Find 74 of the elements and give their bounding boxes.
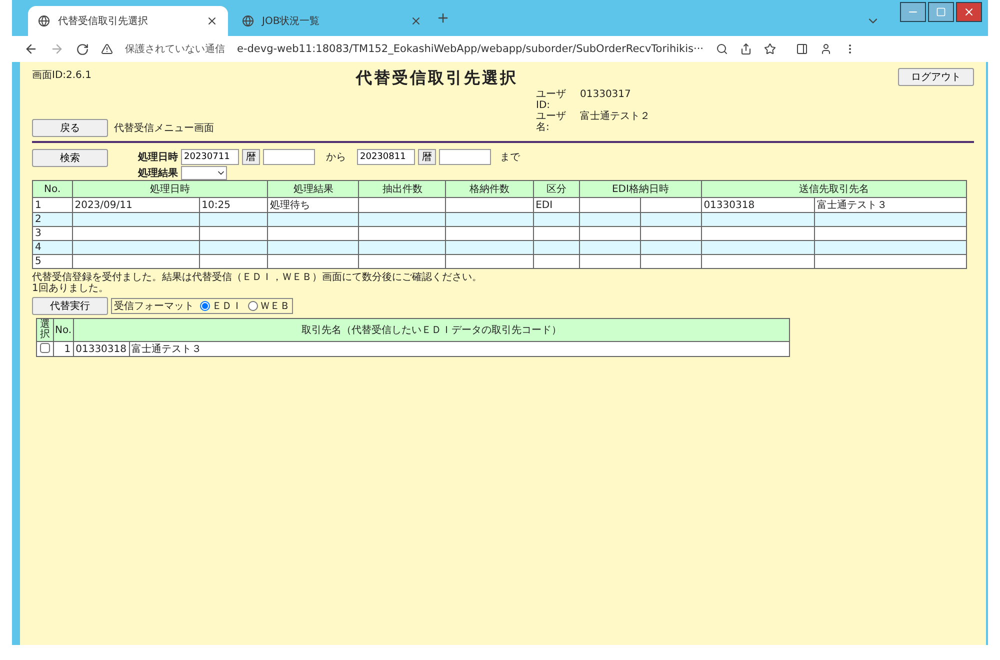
screen-id: 画面ID:2.6.1 [32, 70, 92, 81]
column-header: EDI格納日時 [580, 180, 702, 198]
column-header: 抽出件数 [358, 180, 446, 198]
user-value: 01330317 [580, 89, 632, 102]
table-cell: 富士通テスト３ [814, 198, 966, 212]
time-field[interactable] [263, 149, 315, 165]
menu-screen-label: 代替受信メニュー画面 [114, 122, 214, 135]
security-warning[interactable]: 保護されていない通信 [125, 42, 225, 56]
column-header: 格納件数 [446, 180, 534, 198]
status-message: 代替受信登録を受付ました。結果は代替受信（ＥＤＩ，ＷＥＢ）画面にて数分後にご確認ください。 [32, 272, 483, 283]
time-field[interactable] [439, 149, 491, 165]
profile-icon[interactable] [820, 43, 832, 55]
table-cell: 3 [32, 226, 72, 240]
column-header: 処理日時 [72, 180, 268, 198]
table-cell: 4 [32, 240, 72, 254]
to-label: まで [500, 151, 520, 164]
new-tab-icon[interactable] [436, 11, 450, 25]
result-select[interactable] [181, 166, 227, 180]
column-header: 処理結果 [268, 180, 359, 198]
minimize-icon[interactable] [900, 2, 926, 22]
globe-icon [38, 15, 50, 27]
radio-button[interactable] [200, 301, 210, 311]
column-header: No. [54, 318, 74, 342]
browser-tab[interactable]: JOB状況一覧 [232, 6, 432, 36]
share-icon[interactable] [740, 43, 752, 55]
calendar-button[interactable]: 暦 [242, 149, 260, 165]
date-field[interactable]: 20230811 [357, 149, 415, 165]
column-header: 送信先取引先名 [701, 180, 966, 198]
format-radio[interactable]: ＥＤＩ [198, 299, 242, 313]
search-icon[interactable] [716, 43, 728, 55]
table-cell: 01330318 [73, 342, 130, 356]
user-label: ユーザID: [536, 89, 567, 111]
table-cell: EDI [533, 198, 580, 212]
back-button[interactable]: 戻る [32, 119, 108, 137]
from-label: から [326, 151, 346, 164]
status-message: 1回ありました。 [32, 283, 110, 294]
maximize-icon[interactable] [928, 2, 954, 22]
table-cell: 2 [32, 212, 72, 226]
page-title: 代替受信取引先選択 [356, 68, 519, 89]
select-checkbox[interactable] [40, 342, 50, 352]
calendar-button[interactable]: 暦 [418, 149, 436, 165]
table-cell: 01330318 [701, 198, 814, 212]
table-cell: 処理待ち [268, 198, 359, 212]
date-label: 処理日時 [138, 150, 178, 164]
warning-icon [101, 43, 113, 55]
search-button[interactable]: 検索 [32, 149, 108, 167]
table-cell: 1 [32, 198, 72, 212]
format-label: 受信フォーマット [114, 300, 194, 313]
globe-icon [242, 15, 254, 27]
table-cell: 5 [32, 254, 72, 268]
close-icon[interactable] [956, 2, 982, 22]
address-field[interactable]: e-devg-web11:18083/TM152_EokashiWebApp/webapp/suborder/SubOrderRecvTorihikis··· [237, 43, 704, 55]
column-header: 選択 [36, 318, 54, 342]
logout-button[interactable]: ログアウト [898, 68, 974, 86]
back-icon[interactable] [24, 42, 38, 56]
result-label: 処理結果 [138, 166, 178, 180]
column-header: No. [32, 180, 72, 198]
reload-icon[interactable] [76, 42, 89, 56]
side-panel-icon[interactable] [796, 43, 808, 55]
execute-button[interactable]: 代替実行 [32, 297, 108, 315]
close-icon[interactable] [410, 15, 422, 27]
close-icon[interactable] [206, 15, 218, 27]
format-radio[interactable]: ＷＥＢ [246, 299, 290, 313]
user-label: ユーザ名: [536, 111, 567, 133]
browser-tab[interactable]: 代替受信取引先選択 [28, 6, 228, 36]
table-cell: 富士通テスト３ [129, 342, 790, 356]
user-value: 富士通テスト２ [580, 111, 650, 124]
date-field[interactable]: 20230711 [181, 149, 239, 165]
column-header: 区分 [533, 180, 580, 198]
column-header: 取引先名（代替受信したいＥＤＩデータの取引先コード） [73, 318, 790, 342]
table-cell: 10:25 [199, 198, 268, 212]
star-icon[interactable] [764, 43, 776, 55]
table-cell: 2023/09/11 [72, 198, 200, 212]
radio-button[interactable] [248, 301, 258, 311]
